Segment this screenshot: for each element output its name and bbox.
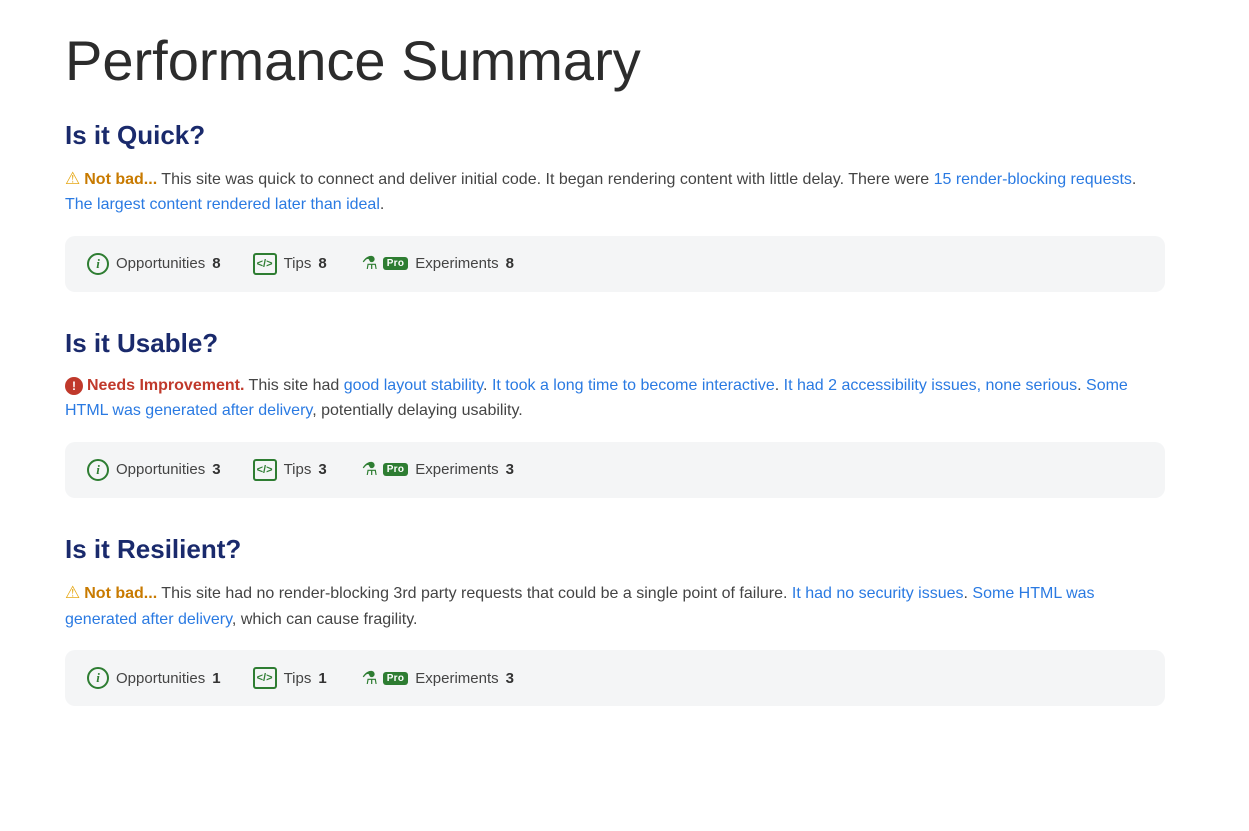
badge-bar-usable: i Opportunities 3 </> Tips 3 ⚗Pro Experiments 3 [65,442,1165,498]
desc-link[interactable]: 15 render-blocking requests [934,171,1132,188]
description-resilient: ⚠Not bad... This site had no render-bloc… [65,579,1165,632]
desc-link[interactable]: It took a long time to become interactiv… [492,377,775,394]
badge-label-tips: Tips [284,670,312,687]
page-title: Performance Summary [65,30,1184,92]
flask-icon: ⚗ [359,458,381,482]
description-usable: !Needs Improvement. This site had good l… [65,373,1165,424]
status-label-quick: Not bad... [84,171,157,188]
tips-icon: </> [253,667,277,689]
badge-label-opportunities: Opportunities [116,670,205,687]
warning-icon: ⚠ [65,579,80,606]
flask-icon: ⚗ [359,666,381,690]
description-quick: ⚠Not bad... This site was quick to conne… [65,165,1165,218]
badge-opportunities[interactable]: i Opportunities 3 [87,459,221,481]
badge-experiments[interactable]: ⚗Pro Experiments 3 [359,666,514,690]
flask-icon: ⚗ [359,252,381,276]
badge-label-experiments: Experiments [415,461,498,478]
badge-count-tips: 1 [318,670,326,687]
badge-experiments[interactable]: ⚗Pro Experiments 3 [359,458,514,482]
badge-count-experiments: 8 [506,255,514,272]
badge-opportunities[interactable]: i Opportunities 8 [87,253,221,275]
badge-label-tips: Tips [284,255,312,272]
experiments-icon-wrap: ⚗Pro [359,458,409,482]
info-icon: i [87,667,109,689]
badge-count-opportunities: 1 [212,670,220,687]
desc-link[interactable]: It had 2 accessibility issues, none seri… [784,377,1077,394]
status-label-usable: Needs Improvement. [87,377,244,394]
pro-badge: Pro [383,257,409,270]
info-icon: i [87,459,109,481]
badge-bar-quick: i Opportunities 8 </> Tips 8 ⚗Pro Experiments 8 [65,236,1165,292]
badge-experiments[interactable]: ⚗Pro Experiments 8 [359,252,514,276]
badge-label-experiments: Experiments [415,670,498,687]
badge-count-experiments: 3 [506,461,514,478]
badge-tips[interactable]: </> Tips 3 [253,459,327,481]
error-icon: ! [65,377,83,395]
heading-usable: Is it Usable? [65,328,1184,359]
heading-resilient: Is it Resilient? [65,534,1184,565]
desc-link[interactable]: It had no security issues [792,585,964,602]
tips-icon: </> [253,253,277,275]
badge-tips[interactable]: </> Tips 1 [253,667,327,689]
badge-label-experiments: Experiments [415,255,498,272]
section-usable: Is it Usable? !Needs Improvement. This si… [65,328,1184,498]
badge-opportunities[interactable]: i Opportunities 1 [87,667,221,689]
badge-count-opportunities: 8 [212,255,220,272]
badge-label-tips: Tips [284,461,312,478]
tips-icon: </> [253,459,277,481]
badge-count-tips: 8 [318,255,326,272]
badge-tips[interactable]: </> Tips 8 [253,253,327,275]
status-label-resilient: Not bad... [84,585,157,602]
section-quick: Is it Quick? ⚠Not bad... This site was qu… [65,120,1184,292]
pro-badge: Pro [383,672,409,685]
experiments-icon-wrap: ⚗Pro [359,252,409,276]
badge-count-experiments: 3 [506,670,514,687]
badge-count-tips: 3 [318,461,326,478]
badge-count-opportunities: 3 [212,461,220,478]
desc-link[interactable]: The largest content rendered later than … [65,196,380,213]
experiments-icon-wrap: ⚗Pro [359,666,409,690]
badge-bar-resilient: i Opportunities 1 </> Tips 1 ⚗Pro Experiments 3 [65,650,1165,706]
badge-label-opportunities: Opportunities [116,461,205,478]
badge-label-opportunities: Opportunities [116,255,205,272]
desc-link[interactable]: good layout stability [344,377,483,394]
warning-icon: ⚠ [65,165,80,192]
pro-badge: Pro [383,463,409,476]
heading-quick: Is it Quick? [65,120,1184,151]
info-icon: i [87,253,109,275]
section-resilient: Is it Resilient? ⚠Not bad... This site ha… [65,534,1184,706]
